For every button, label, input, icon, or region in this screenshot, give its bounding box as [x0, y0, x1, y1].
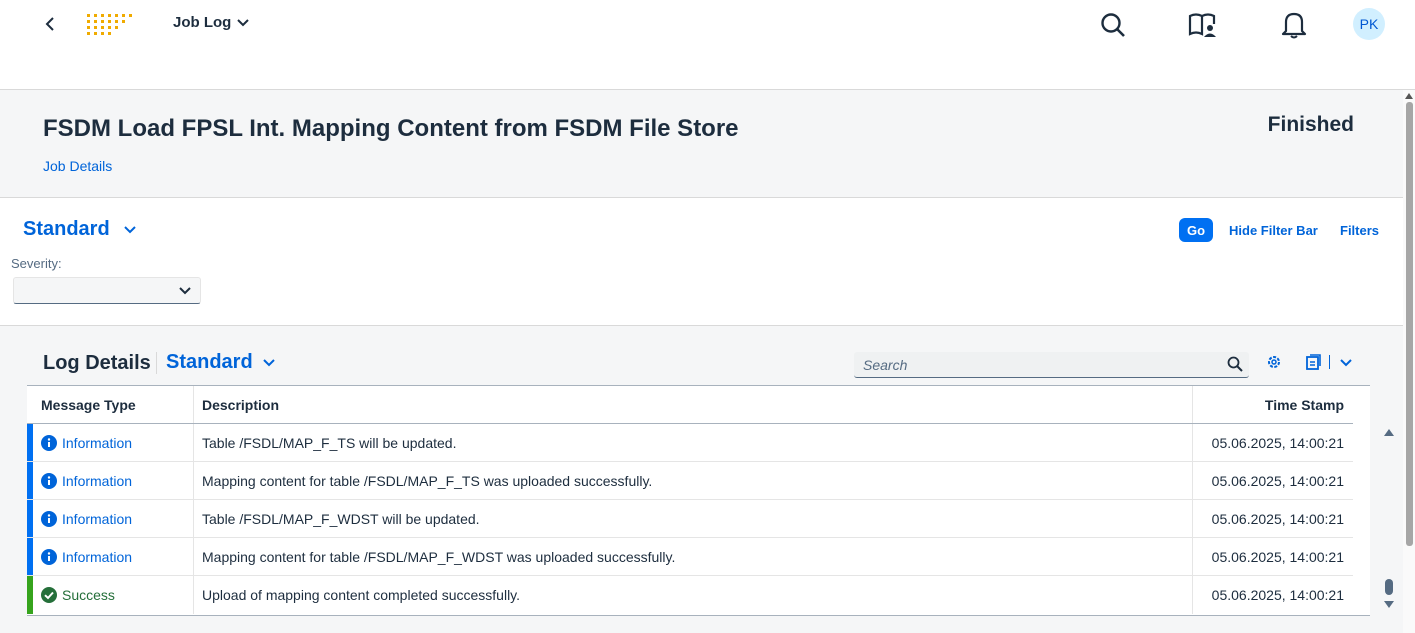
timestamp-cell: 05.06.2025, 14:00:21 — [1211, 434, 1344, 451]
variant-label: Standard — [23, 218, 110, 240]
user-avatar[interactable]: PK — [1353, 8, 1385, 40]
description-cell: Upload of mapping content completed succ… — [194, 576, 1193, 614]
table-title: Log Details — [43, 352, 151, 374]
message-type: Success — [41, 587, 115, 603]
column-header-message-type[interactable]: Message Type — [27, 386, 194, 423]
message-type-cell: Success — [27, 576, 194, 614]
description-cell: Mapping content for table /FSDL/MAP_F_WD… — [194, 538, 1193, 575]
message-type-label[interactable]: Information — [62, 473, 132, 489]
page-title: FSDM Load FPSL Int. Mapping Content from… — [43, 115, 739, 142]
title-divider — [156, 352, 157, 374]
toolbar-divider — [1329, 355, 1330, 369]
filter-bar: Standard Go Hide Filter Bar Filters Seve… — [0, 198, 1403, 326]
notification-bell-icon[interactable] — [1277, 8, 1311, 42]
search-icon[interactable] — [1227, 356, 1243, 372]
table-row[interactable]: Information Table /FSDL/MAP_F_TS will be… — [27, 424, 1353, 462]
variant-selector[interactable]: Standard — [23, 218, 136, 241]
app-title: Job Log — [173, 14, 232, 31]
company-logo[interactable] — [87, 14, 135, 36]
message-type-label[interactable]: Success — [62, 587, 115, 603]
search-icon[interactable] — [1096, 8, 1130, 42]
message-type: Information — [41, 434, 132, 451]
description-cell: Mapping content for table /FSDL/MAP_F_TS… — [194, 462, 1193, 499]
chevron-down-icon — [237, 18, 250, 26]
hide-filter-bar-button[interactable]: Hide Filter Bar — [1229, 223, 1318, 238]
column-header-description[interactable]: Description — [194, 386, 1193, 423]
message-type-label[interactable]: Information — [62, 435, 132, 451]
success-check-icon — [41, 587, 57, 603]
info-icon — [41, 510, 57, 527]
description-cell: Table /FSDL/MAP_F_WDST will be updated. — [194, 500, 1193, 537]
table-scrollbar[interactable] — [1381, 424, 1397, 616]
table-row[interactable]: Success Upload of mapping content comple… — [27, 576, 1353, 614]
log-table: Message Type Description Time Stamp Info… — [27, 385, 1394, 616]
search-placeholder: Search — [863, 357, 908, 373]
chevron-down-icon — [262, 358, 275, 366]
table-variant-selector[interactable]: Standard — [166, 351, 275, 374]
page-scrollbar-thumb[interactable] — [1406, 102, 1413, 546]
table-variant-label: Standard — [166, 351, 253, 373]
log-details-section: Log Details Standard Search Message Type… — [0, 326, 1403, 633]
scroll-up-icon[interactable] — [1405, 93, 1413, 99]
back-icon[interactable] — [38, 12, 62, 36]
severity-select[interactable] — [13, 277, 201, 304]
info-icon — [41, 434, 57, 451]
description-cell: Table /FSDL/MAP_F_TS will be updated. — [194, 424, 1193, 461]
filters-button[interactable]: Filters — [1340, 223, 1379, 238]
chevron-down-icon[interactable] — [1340, 359, 1352, 367]
go-button[interactable]: Go — [1179, 218, 1213, 242]
message-type: Information — [41, 510, 132, 527]
message-type: Information — [41, 548, 132, 565]
info-icon — [41, 548, 57, 565]
table-scrollbar-thumb[interactable] — [1385, 579, 1393, 595]
table-header-row: Message Type Description Time Stamp — [27, 386, 1353, 424]
page-scrollbar[interactable] — [1403, 90, 1415, 633]
message-type-cell: Information — [27, 538, 194, 575]
scroll-up-icon[interactable] — [1384, 428, 1394, 436]
message-type-cell: Information — [27, 500, 194, 537]
learning-icon[interactable] — [1186, 8, 1220, 42]
search-input[interactable]: Search — [854, 352, 1249, 378]
chevron-down-icon — [123, 225, 136, 233]
object-header: FSDM Load FPSL Int. Mapping Content from… — [0, 90, 1403, 198]
severity-label: Severity: — [11, 256, 62, 271]
message-type-cell: Information — [27, 462, 194, 499]
shell-bar: Job Log PK — [0, 0, 1415, 90]
info-icon — [41, 472, 57, 489]
message-type-cell: Information — [27, 424, 194, 461]
settings-icon[interactable] — [1266, 354, 1282, 370]
message-type: Information — [41, 472, 132, 489]
table-row[interactable]: Information Mapping content for table /F… — [27, 538, 1353, 576]
message-type-label[interactable]: Information — [62, 549, 132, 565]
message-type-label[interactable]: Information — [62, 511, 132, 527]
export-icon[interactable] — [1305, 354, 1323, 370]
timestamp-cell: 05.06.2025, 14:00:21 — [1211, 510, 1344, 527]
timestamp-cell: 05.06.2025, 14:00:21 — [1211, 548, 1344, 565]
scroll-down-icon[interactable] — [1384, 601, 1394, 609]
job-details-link[interactable]: Job Details — [43, 158, 112, 174]
table-row[interactable]: Information Mapping content for table /F… — [27, 462, 1353, 500]
app-title-menu[interactable]: Job Log — [173, 14, 250, 31]
timestamp-cell: 05.06.2025, 14:00:21 — [1211, 587, 1344, 603]
table-row[interactable]: Information Table /FSDL/MAP_F_WDST will … — [27, 500, 1353, 538]
status-text: Finished — [1267, 113, 1354, 136]
timestamp-cell: 05.06.2025, 14:00:21 — [1211, 472, 1344, 489]
column-header-time-stamp[interactable]: Time Stamp — [1193, 386, 1353, 423]
chevron-down-icon — [179, 287, 191, 295]
